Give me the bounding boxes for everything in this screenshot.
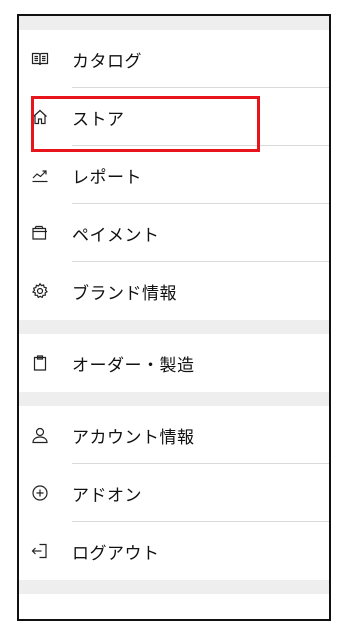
menu-item-report[interactable]: レポート [19,146,329,204]
menu-item-account-info[interactable]: アカウント情報 [19,406,329,464]
section-gap [19,320,329,334]
menu-item-order-production[interactable]: オーダー・製造 [19,334,329,392]
logout-icon [31,542,49,560]
chart-line-icon [31,166,49,184]
section-gap [19,580,329,594]
menu-item-label: アドオン [72,485,142,506]
menu-item-label: アカウント情報 [72,427,195,448]
menu-item-label: ペイメント [72,225,160,246]
menu-item-label: カタログ [72,51,142,72]
gear-icon [31,282,49,300]
menu-item-label: ストア [72,109,125,130]
section-gap [19,392,329,406]
menu-item-store[interactable]: ストア [19,88,329,146]
plus-circle-icon [31,484,49,502]
menu-item-catalog[interactable]: カタログ [19,30,329,88]
section-gap [19,16,329,30]
side-menu: カタログ ストア レポート ペイメント ブランド情報 オーダー・製造 アカウント… [17,14,331,621]
menu-item-logout[interactable]: ログアウト [19,522,329,580]
menu-item-label: ログアウト [72,543,160,564]
book-icon [31,50,49,68]
menu-item-payment[interactable]: ペイメント [19,204,329,262]
home-icon [31,108,49,126]
menu-item-brand-info[interactable]: ブランド情報 [19,262,329,320]
user-icon [31,426,49,444]
menu-item-label: ブランド情報 [72,283,177,304]
menu-item-label: レポート [72,167,142,188]
clipboard-icon [31,354,49,372]
menu-item-addon[interactable]: アドオン [19,464,329,522]
wallet-icon [31,224,49,242]
menu-item-label: オーダー・製造 [72,355,195,376]
